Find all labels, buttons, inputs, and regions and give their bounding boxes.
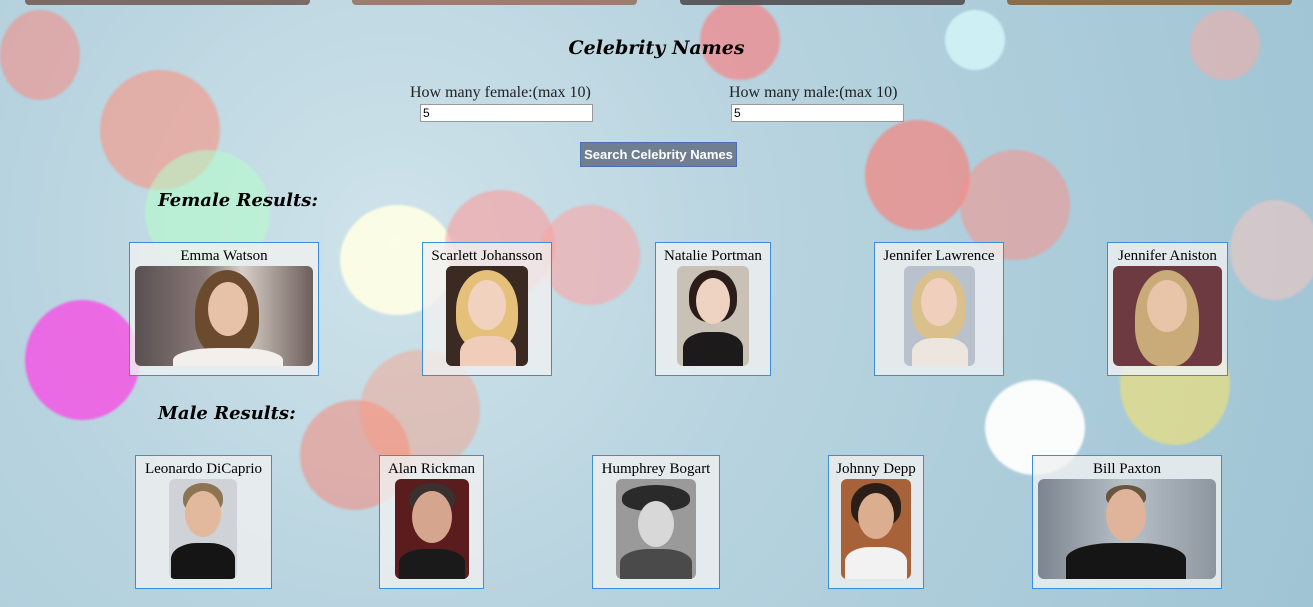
female-count-input[interactable] bbox=[420, 104, 593, 122]
male-count-input[interactable] bbox=[731, 104, 904, 122]
celebrity-photo bbox=[1113, 266, 1222, 366]
bokeh-light bbox=[100, 70, 220, 190]
result-card-female[interactable]: Scarlett Johansson bbox=[422, 242, 552, 376]
bokeh-light bbox=[865, 120, 970, 230]
celebrity-photo bbox=[169, 479, 237, 579]
result-card-female[interactable]: Natalie Portman bbox=[655, 242, 771, 376]
celebrity-name: Humphrey Bogart bbox=[601, 461, 711, 477]
bokeh-light bbox=[540, 205, 640, 305]
celebrity-photo bbox=[841, 479, 911, 579]
celebrity-photo bbox=[446, 266, 528, 366]
top-image-strip bbox=[1007, 0, 1292, 5]
result-card-male[interactable]: Humphrey Bogart bbox=[592, 455, 720, 589]
celebrity-name: Emma Watson bbox=[180, 248, 268, 264]
bokeh-light bbox=[1230, 200, 1313, 300]
top-image-strip bbox=[352, 0, 637, 5]
result-card-male[interactable]: Bill Paxton bbox=[1032, 455, 1222, 589]
celebrity-photo bbox=[616, 479, 696, 579]
celebrity-photo bbox=[395, 479, 469, 579]
female-count-label: How many female:(max 10) bbox=[410, 84, 591, 101]
top-image-strip bbox=[680, 0, 965, 5]
celebrity-name: Jennifer Lawrence bbox=[883, 248, 995, 264]
celebrity-name: Leonardo DiCaprio bbox=[144, 461, 263, 477]
top-image-strip bbox=[25, 0, 310, 5]
result-card-male[interactable]: Alan Rickman bbox=[379, 455, 484, 589]
page-title: Celebrity Names bbox=[568, 37, 745, 59]
celebrity-photo bbox=[904, 266, 975, 366]
result-card-female[interactable]: Jennifer Lawrence bbox=[874, 242, 1004, 376]
celebrity-photo bbox=[1038, 479, 1216, 579]
celebrity-name: Natalie Portman bbox=[664, 248, 762, 264]
male-count-label: How many male:(max 10) bbox=[729, 84, 898, 101]
result-card-male[interactable]: Johnny Depp bbox=[828, 455, 924, 589]
search-button[interactable]: Search Celebrity Names bbox=[580, 142, 737, 167]
female-results-heading: Female Results: bbox=[158, 190, 319, 211]
celebrity-name: Scarlett Johansson bbox=[431, 248, 543, 264]
celebrity-name: Johnny Depp bbox=[836, 461, 916, 477]
result-card-female[interactable]: Jennifer Aniston bbox=[1107, 242, 1228, 376]
celebrity-name: Alan Rickman bbox=[387, 461, 476, 477]
celebrity-photo bbox=[677, 266, 749, 366]
celebrity-name: Jennifer Aniston bbox=[1118, 248, 1217, 264]
celebrity-name: Bill Paxton bbox=[1093, 461, 1161, 477]
male-results-heading: Male Results: bbox=[158, 403, 296, 424]
bokeh-light bbox=[25, 300, 140, 420]
result-card-male[interactable]: Leonardo DiCaprio bbox=[135, 455, 272, 589]
result-card-female[interactable]: Emma Watson bbox=[129, 242, 319, 376]
celebrity-photo bbox=[135, 266, 313, 366]
